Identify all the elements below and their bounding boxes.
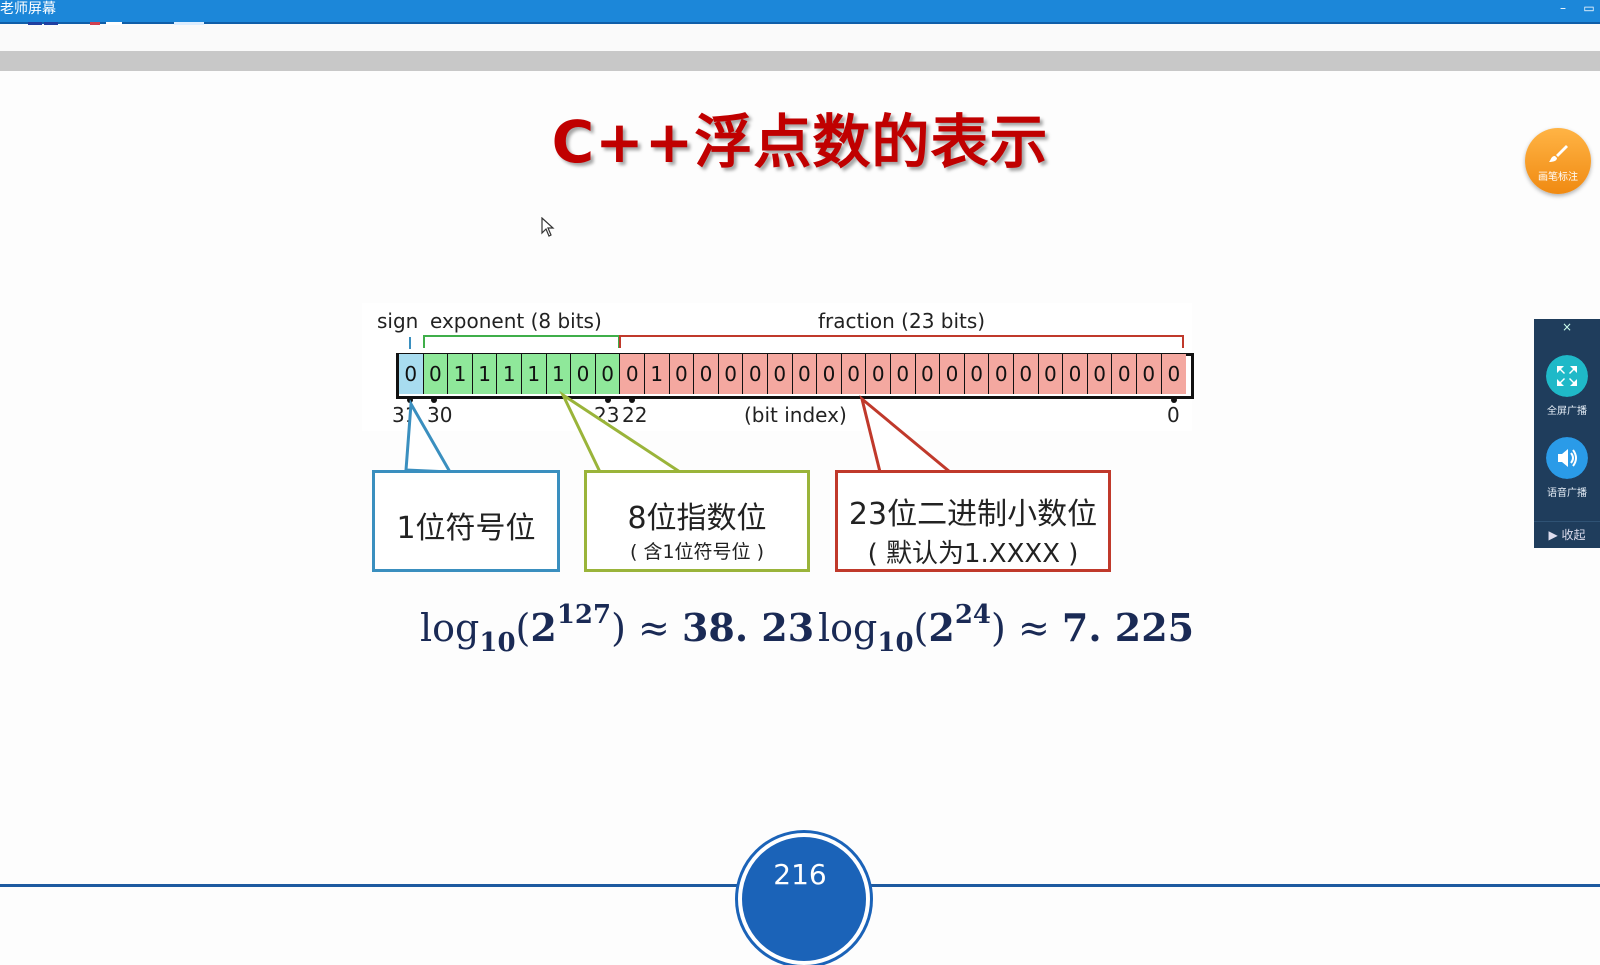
callout-fraction: 23位二进制小数位 ( 默认为1.XXXX ) (835, 470, 1111, 572)
fullscreen-broadcast-label: 全屏广播 (1547, 406, 1587, 417)
callout-fraction-text: 23位二进制小数位 (848, 497, 1098, 532)
brush-icon (1549, 145, 1568, 162)
formula-fraction-precision: log10(224) ≈ 7. 225 (818, 600, 1195, 658)
voice-broadcast-button[interactable]: 语音广播 (1534, 437, 1600, 499)
callout-exponent-sub: ( 含1位符号位 ) (630, 541, 764, 563)
callout-sign-text: 1位符号位 (396, 511, 536, 546)
page-number: 216 (773, 858, 827, 891)
broadcast-panel: × 全屏广播 语音广播 ▶ 收起 (1534, 319, 1600, 548)
callout-pointers (404, 390, 955, 474)
callout-exponent: 8位指数位 ( 含1位符号位 ) (584, 470, 810, 572)
pen-annotation-button[interactable]: 画笔标注 (1525, 128, 1591, 194)
callout-sign: 1位符号位 (372, 470, 560, 572)
voice-broadcast-label: 语音广播 (1547, 488, 1587, 499)
page-number-badge (738, 833, 870, 965)
panel-close-icon[interactable]: × (1534, 319, 1600, 335)
collapse-panel-button[interactable]: ▶ 收起 (1534, 521, 1600, 549)
fullscreen-broadcast-button[interactable]: 全屏广播 (1534, 355, 1600, 417)
pen-annotation-label: 画笔标注 (1538, 172, 1578, 183)
expand-icon (1546, 355, 1588, 397)
speaker-icon (1546, 437, 1588, 479)
formula-exponent-range: log10(2127) ≈ 38. 23 (420, 600, 815, 658)
callout-exponent-text: 8位指数位 (627, 501, 767, 536)
callout-fraction-sub: ( 默认为1.XXXX ) (867, 539, 1079, 569)
